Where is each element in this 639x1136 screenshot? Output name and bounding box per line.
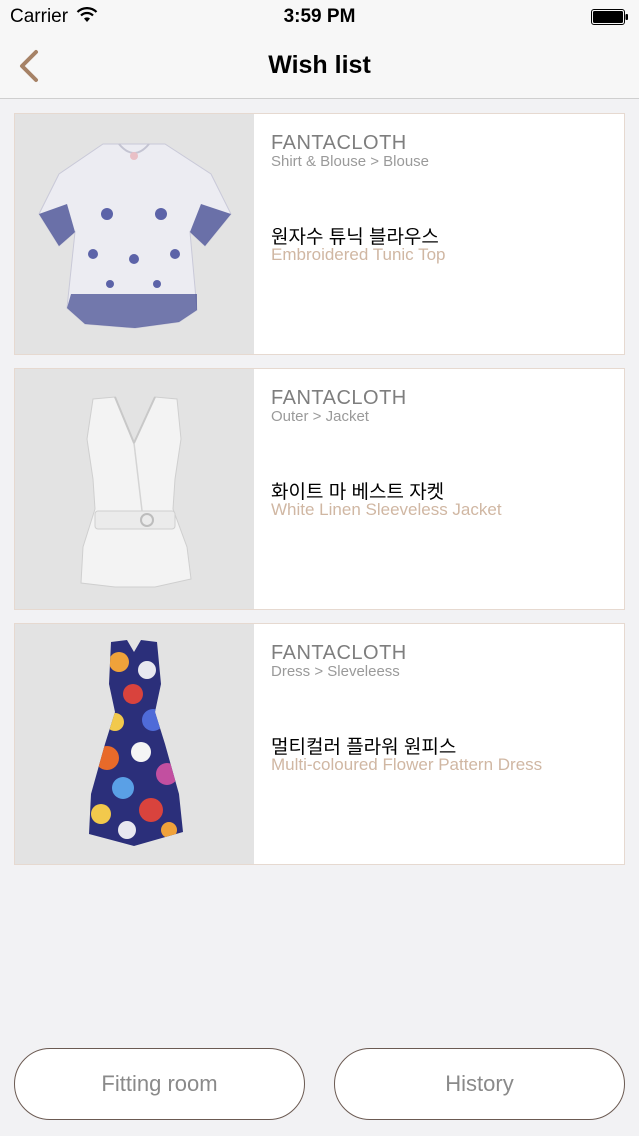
item-name-english: White Linen Sleeveless Jacket	[271, 500, 502, 519]
history-button[interactable]: History	[334, 1048, 625, 1120]
item-name-english: Multi-coloured Flower Pattern Dress	[271, 755, 543, 774]
item-category: Dress > Sleveleess	[271, 663, 400, 680]
item-brand: FANTACLOTH	[271, 387, 407, 409]
wish-list: FANTACLOTH Shirt & Blouse > Blouse 원자수 튜…	[14, 113, 625, 878]
item-name-english: Embroidered Tunic Top	[271, 245, 446, 264]
wish-list-item[interactable]: FANTACLOTH Dress > Sleveleess 멀티컬러 플라워 원…	[14, 623, 625, 865]
status-time: 3:59 PM	[283, 6, 356, 27]
fitting-room-button[interactable]: Fitting room	[14, 1048, 305, 1120]
item-brand: FANTACLOTH	[271, 132, 407, 154]
battery-icon	[591, 9, 628, 25]
page-title: Wish list	[268, 51, 371, 79]
item-category: Shirt & Blouse > Blouse	[271, 153, 430, 170]
wish-list-item[interactable]: FANTACLOTH Outer > Jacket 화이트 마 베스트 자켓 W…	[14, 368, 625, 610]
blouse-image	[15, 114, 254, 354]
navigation-bar: Wish list	[0, 34, 639, 99]
item-category: Outer > Jacket	[271, 408, 369, 425]
jacket-image	[15, 369, 254, 609]
status-bar: Carrier 3:59 PM	[0, 0, 639, 34]
wish-list-item[interactable]: FANTACLOTH Shirt & Blouse > Blouse 원자수 튜…	[14, 113, 625, 355]
dress-image	[15, 624, 254, 864]
item-brand: FANTACLOTH	[271, 642, 407, 664]
